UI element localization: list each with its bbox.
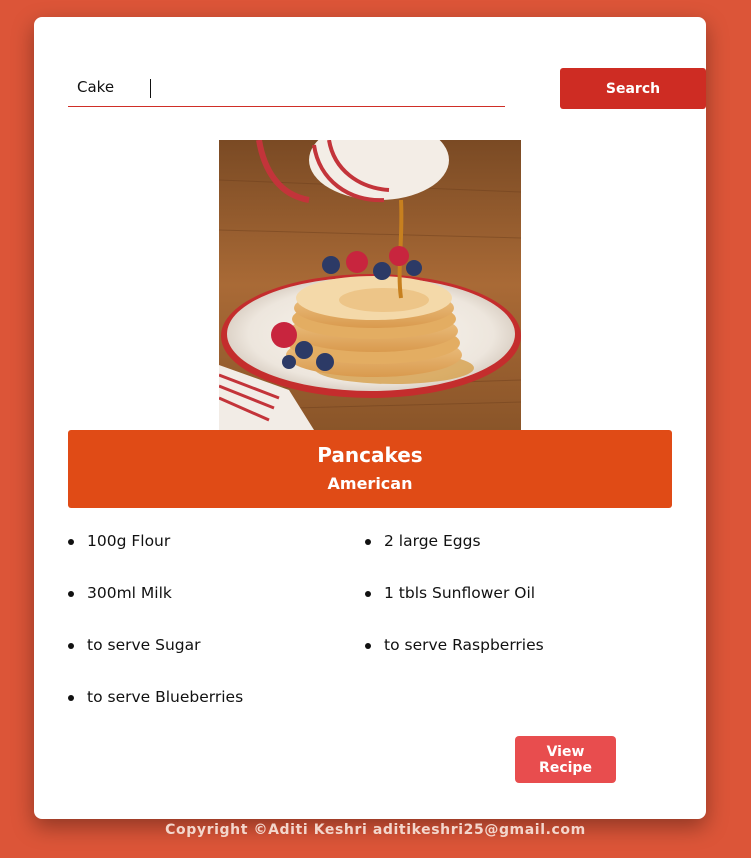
search-input[interactable] xyxy=(68,68,505,107)
search-button[interactable]: Search xyxy=(560,68,706,109)
ingredient-item: 2 large Eggs xyxy=(365,532,481,550)
ingredient-item: 100g Flour xyxy=(68,532,170,550)
ingredient-item: to serve Raspberries xyxy=(365,636,544,654)
ingredient-item: 1 tbls Sunflower Oil xyxy=(365,584,535,602)
recipe-cuisine: American xyxy=(327,474,413,493)
view-recipe-button[interactable]: View Recipe xyxy=(515,736,616,783)
recipe-image xyxy=(219,140,521,430)
ingredient-list: 100g Flour 2 large Eggs 300ml Milk 1 tbl… xyxy=(68,522,672,722)
search-bar: Search xyxy=(68,68,706,109)
recipe-title-banner: Pancakes American xyxy=(68,430,672,508)
ingredient-item: to serve Sugar xyxy=(68,636,200,654)
footer-copyright: Copyright ©Aditi Keshri aditikeshri25@gm… xyxy=(165,822,586,838)
ingredient-item: to serve Blueberries xyxy=(68,688,243,706)
recipe-name: Pancakes xyxy=(317,443,423,467)
ingredient-item: 300ml Milk xyxy=(68,584,172,602)
recipe-card: Search xyxy=(34,17,706,819)
text-caret xyxy=(150,79,151,98)
